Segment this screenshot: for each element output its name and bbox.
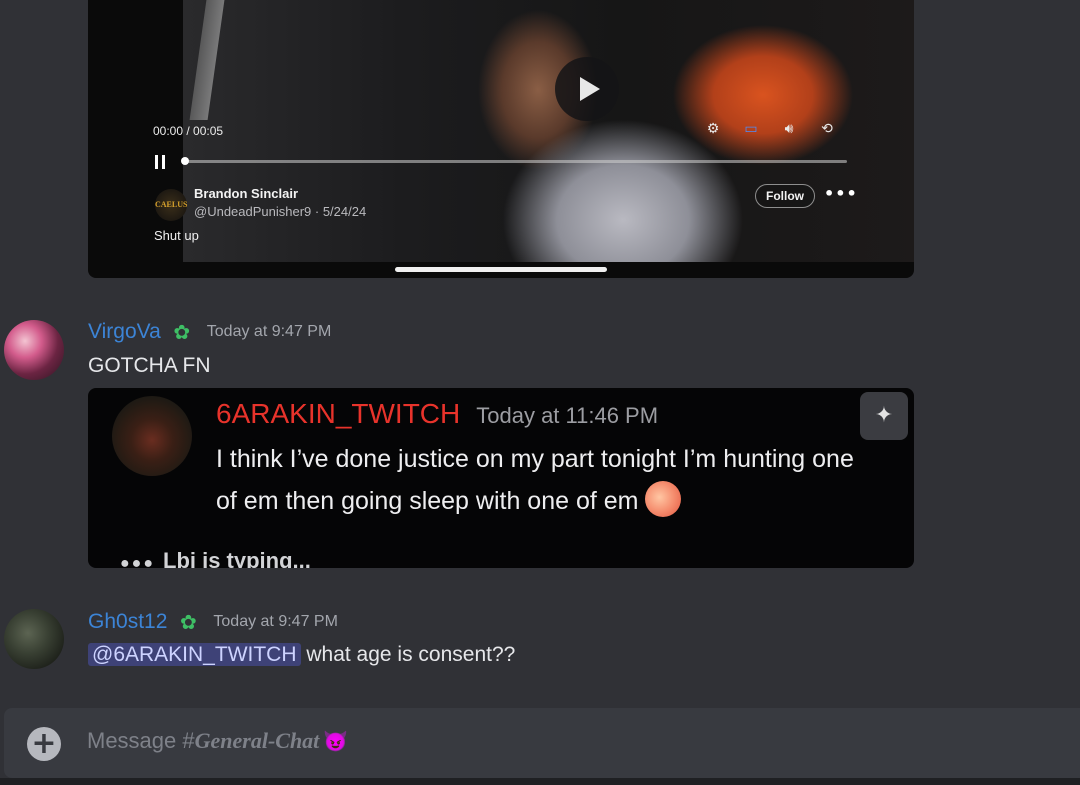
attachment-message-text: I think I’ve done justice on my part ton… bbox=[216, 445, 854, 515]
discord-chat-window: 00:00 / 00:05 ⚙ ▭ 🔊︎ ⟲ CAELUS Brandon Si… bbox=[0, 0, 1080, 785]
nitro-badge-icon: ✿ bbox=[180, 610, 197, 634]
home-indicator bbox=[395, 267, 607, 272]
nitro-badge-icon: ✿ bbox=[173, 320, 191, 344]
image-attachment[interactable]: 6ARAKIN_TWITCH Today at 11:46 PM I think… bbox=[88, 388, 914, 568]
video-author-handle: @UndeadPunisher9 · 5/24/24 bbox=[194, 204, 367, 219]
pause-icon[interactable] bbox=[155, 155, 165, 169]
avatar[interactable] bbox=[4, 320, 64, 380]
username[interactable]: VirgoVa bbox=[88, 320, 161, 344]
video-progress-knob[interactable] bbox=[181, 157, 189, 165]
message-header: VirgoVa ✿ Today at 9:47 PM bbox=[88, 320, 331, 344]
message-composer[interactable]: + Message #General-Chat 😈 bbox=[4, 708, 1080, 778]
more-icon[interactable]: ••• bbox=[824, 184, 858, 203]
video-embed[interactable] bbox=[88, 0, 914, 278]
attachment-timestamp: Today at 11:46 PM bbox=[476, 403, 659, 428]
message-text: GOTCHA FN bbox=[88, 354, 211, 377]
volume-icon[interactable]: 🔊︎ bbox=[781, 121, 797, 137]
video-controls: ⚙ ▭ 🔊︎ ⟲ bbox=[705, 121, 835, 137]
attachment-header: 6ARAKIN_TWITCH Today at 11:46 PM bbox=[216, 398, 658, 430]
placeholder-prefix: Message # bbox=[87, 728, 195, 753]
message-text: @6ARAKIN_TWITCH what age is consent?? bbox=[88, 643, 515, 667]
typing-dots-icon: ●●● bbox=[120, 555, 155, 568]
video-author-name[interactable]: Brandon Sinclair bbox=[194, 186, 298, 201]
rotate-icon[interactable]: ⟲ bbox=[819, 121, 835, 137]
typing-indicator: ●●● Lbi is typing... bbox=[120, 548, 311, 568]
timestamp: Today at 9:47 PM bbox=[206, 323, 332, 340]
user-mention[interactable]: @6ARAKIN_TWITCH bbox=[88, 643, 301, 666]
settings-icon[interactable]: ⚙ bbox=[705, 121, 721, 137]
peach-icon bbox=[644, 481, 681, 518]
attachment-message: I think I’ve done justice on my part ton… bbox=[216, 438, 866, 522]
message-header: Gh0st12 ✿ Today at 9:47 PM bbox=[88, 610, 338, 634]
app-launcher-icon[interactable]: ✦ bbox=[860, 392, 908, 440]
attachment-username: 6ARAKIN_TWITCH bbox=[216, 398, 461, 429]
avatar[interactable] bbox=[4, 609, 64, 669]
typing-text: Lbi is typing... bbox=[163, 548, 311, 568]
timestamp: Today at 9:47 PM bbox=[213, 613, 338, 630]
play-icon[interactable] bbox=[555, 57, 619, 121]
airplay-icon[interactable]: ▭ bbox=[743, 121, 759, 137]
video-author-avatar[interactable]: CAELUS bbox=[155, 189, 187, 221]
attachment-avatar bbox=[112, 396, 192, 476]
video-caption: Shut up bbox=[154, 228, 199, 243]
follow-button[interactable]: Follow bbox=[755, 184, 815, 208]
add-attachment-button[interactable]: + bbox=[27, 727, 61, 761]
username[interactable]: Gh0st12 bbox=[88, 610, 167, 634]
devil-icon: 😈 bbox=[323, 731, 349, 753]
video-progress-bar[interactable] bbox=[185, 160, 847, 163]
video-time: 00:00 / 00:05 bbox=[153, 124, 224, 138]
bottom-edge bbox=[0, 778, 1080, 785]
message-body: what age is consent?? bbox=[300, 643, 516, 666]
message-input-placeholder[interactable]: Message #General-Chat 😈 bbox=[87, 728, 348, 754]
channel-name: General-Chat bbox=[194, 728, 320, 753]
